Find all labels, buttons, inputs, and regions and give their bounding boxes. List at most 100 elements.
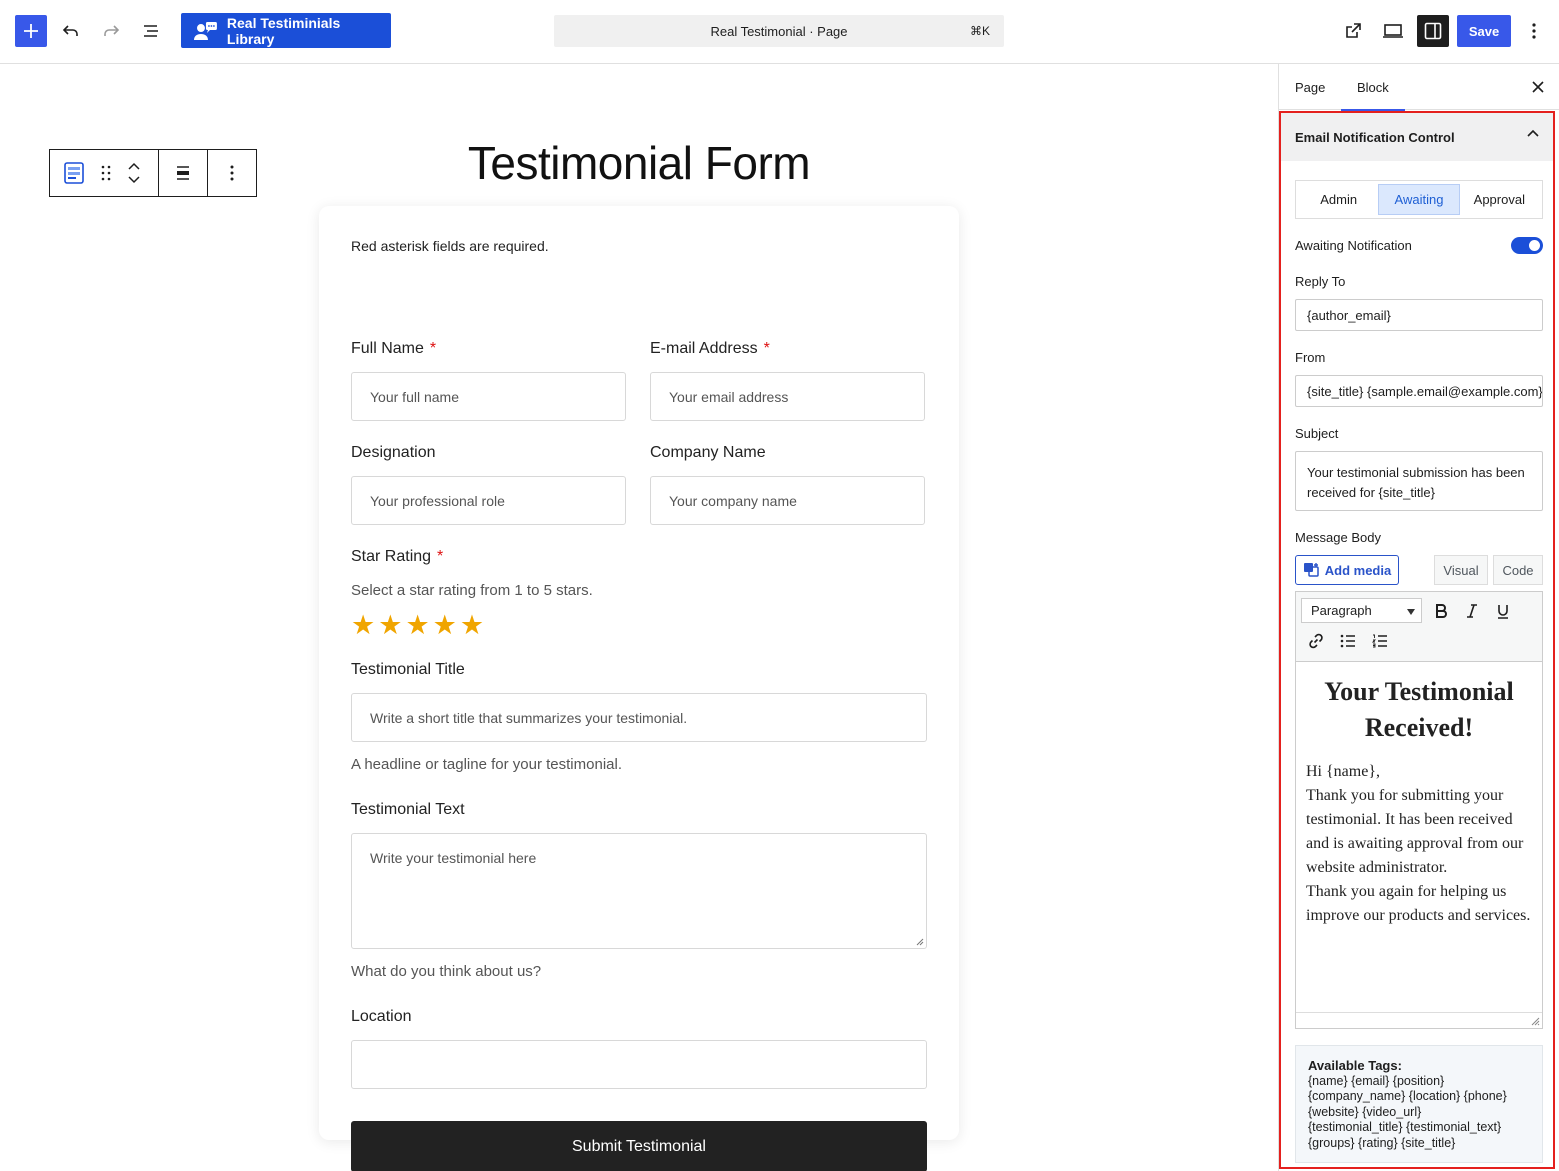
resize-grip-icon[interactable] [1531,1017,1540,1026]
required-asterisk: * [429,340,437,357]
italic-button[interactable] [1460,599,1484,623]
add-media-button[interactable]: Add media [1295,555,1399,585]
dropdown-arrow-icon [1407,609,1415,615]
email-heading: Your Testimonial Received! [1324,677,1514,742]
sidebar-icon [1424,22,1442,40]
designation-label: Designation [351,444,436,461]
from-input[interactable]: {site_title} {sample.email@example.com} [1295,375,1543,407]
designation-input[interactable]: Your professional role [351,476,626,525]
submit-testimonial-button[interactable]: Submit Testimonial [351,1121,927,1171]
plus-icon [24,24,38,38]
company-name-input[interactable]: Your company name [650,476,925,525]
required-asterisk: * [763,340,770,357]
testimonial-title-input[interactable]: Write a short title that summarizes your… [351,693,927,742]
editor-canvas: Testimonial Form Red asterisk fields are… [0,64,1278,1171]
close-sidebar-button[interactable] [1528,77,1548,97]
available-tags-title: Available Tags: [1308,1058,1402,1073]
bulleted-list-button[interactable] [1336,629,1360,653]
segment-approval[interactable]: Approval [1460,184,1539,215]
star-rating-input: ★ ★ ★ ★ ★ [351,612,484,639]
chevron-up-icon [1527,129,1539,137]
numbered-list-icon [1372,634,1387,648]
message-body-editor: Paragraph Your Testimonial Received! Hi … [1295,591,1543,1029]
email-input[interactable]: Your email address [650,372,925,421]
page-title[interactable]: Testimonial Form [0,136,1278,190]
add-media-icon [1303,563,1319,577]
editor-content[interactable]: Your Testimonial Received! Hi {name}, Th… [1296,663,1542,1013]
save-button[interactable]: Save [1457,15,1511,47]
subject-label: Subject [1295,426,1339,441]
options-menu-button[interactable] [1522,16,1546,46]
subject-input[interactable]: Your testimonial submission has been rec… [1295,451,1543,511]
awaiting-notification-toggle[interactable] [1511,237,1543,254]
italic-icon [1467,604,1477,618]
toggle-knob [1529,240,1540,251]
settings-panel-toggle[interactable] [1417,15,1449,47]
email-label: E-mail Address * [650,340,770,357]
command-shortcut: ⌘K [969,24,990,38]
tag-line: {name} {email} {position} [1308,1073,1445,1088]
location-label: Location [351,1008,412,1025]
star-icon[interactable]: ★ [378,612,402,639]
location-input[interactable] [351,1040,927,1089]
redo-icon [104,25,120,36]
editor-toolbar: Paragraph [1296,592,1542,662]
testimonial-user-icon [193,21,217,40]
bold-icon [1436,604,1447,618]
code-mode-tab[interactable]: Code [1493,555,1543,585]
email-paragraph-1: Thank you for submitting your testimonia… [1306,787,1524,876]
document-overview-button[interactable] [136,16,166,46]
testimonial-text-help: What do you think about us? [351,963,542,980]
star-icon[interactable]: ★ [460,612,484,639]
segment-awaiting[interactable]: Awaiting [1378,184,1460,215]
testimonial-form: Red asterisk fields are required. Full N… [319,206,959,1171]
resize-grip-icon[interactable] [916,938,924,946]
link-button[interactable] [1304,629,1328,653]
close-icon [1532,81,1544,93]
device-preview-button[interactable] [1378,16,1408,46]
format-select[interactable]: Paragraph [1301,598,1422,623]
tag-line: {groups} {rating} {site_title} [1308,1135,1456,1150]
external-link-icon [1346,23,1361,38]
view-page-button[interactable] [1338,16,1368,46]
undo-button[interactable] [56,16,86,46]
redo-button[interactable] [96,16,126,46]
star-icon[interactable]: ★ [405,612,429,639]
notification-type-segmented-control: Admin Awaiting Approval [1295,180,1543,219]
reply-to-label: Reply To [1295,274,1346,289]
editor-top-bar: Real Testiminials Library Real Testimoni… [0,0,1559,64]
full-name-input[interactable]: Your full name [351,372,626,421]
testimonials-library-button[interactable]: Real Testiminials Library [181,13,391,48]
testimonial-text-label: Testimonial Text [351,801,465,818]
more-vertical-icon [1532,23,1536,39]
tag-line: {testimonial_title} {testimonial_text} [1308,1120,1502,1134]
undo-icon [62,25,78,36]
list-view-icon [144,25,158,37]
star-icon[interactable]: ★ [351,612,375,639]
reply-to-input[interactable]: {author_email} [1295,299,1543,331]
email-notification-panel-toggle[interactable]: Email Notification Control [1281,113,1553,161]
desktop-icon [1383,24,1403,38]
testimonial-title-help: A headline or tagline for your testimoni… [351,756,622,773]
tag-line: {company_name} {location} {phone} [1308,1089,1507,1103]
awaiting-notification-label: Awaiting Notification [1295,238,1412,253]
tab-page[interactable]: Page [1295,64,1325,110]
underline-button[interactable] [1491,599,1515,623]
full-name-label: Full Name * [351,340,437,357]
bold-button[interactable] [1429,599,1453,623]
testimonial-text-input[interactable]: Write your testimonial here [351,833,927,949]
segment-admin[interactable]: Admin [1299,184,1378,215]
message-body-label: Message Body [1295,530,1381,545]
star-rating-label: Star Rating * [351,548,444,565]
testimonials-library-label: Real Testiminials Library [226,14,341,47]
tab-block[interactable]: Block [1341,64,1405,111]
email-paragraph-2: Thank you again for helping us improve o… [1306,883,1531,924]
star-icon[interactable]: ★ [433,612,457,639]
required-note: Red asterisk fields are required. [351,238,549,254]
command-palette-bar[interactable]: Real Testimonial · Page ⌘K [554,15,1004,47]
from-label: From [1295,350,1326,365]
numbered-list-button[interactable] [1368,629,1392,653]
visual-mode-tab[interactable]: Visual [1434,555,1488,585]
add-block-button[interactable] [15,15,47,47]
required-asterisk: * [437,548,444,565]
